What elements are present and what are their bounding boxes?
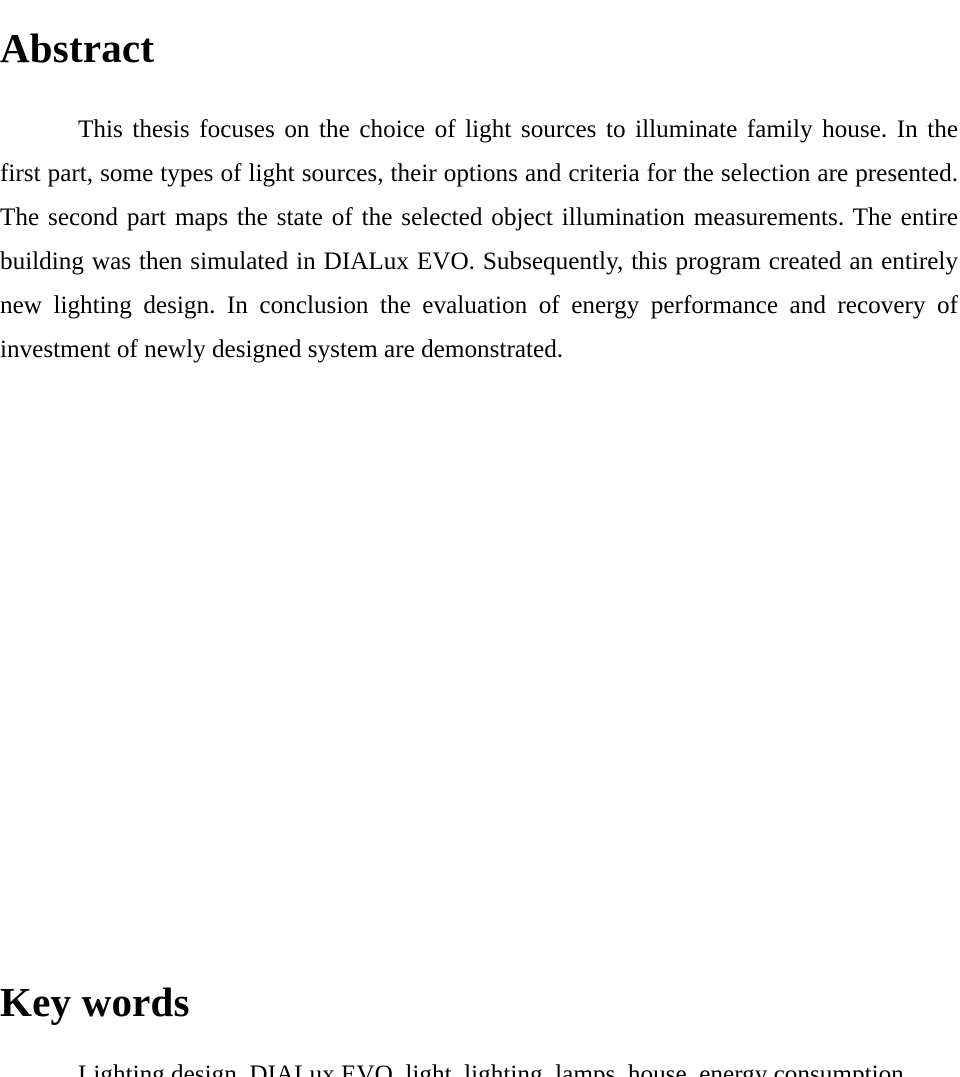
abstract-paragraph: This thesis focuses on the choice of lig…: [0, 116, 958, 364]
key-words-heading: Key words: [0, 979, 190, 1026]
document-page: Abstract This thesis focuses on the choi…: [0, 0, 960, 1077]
abstract-heading: Abstract: [0, 25, 155, 72]
key-words-list: Lighting design, DIALux EVO, light, ligh…: [78, 1061, 904, 1077]
